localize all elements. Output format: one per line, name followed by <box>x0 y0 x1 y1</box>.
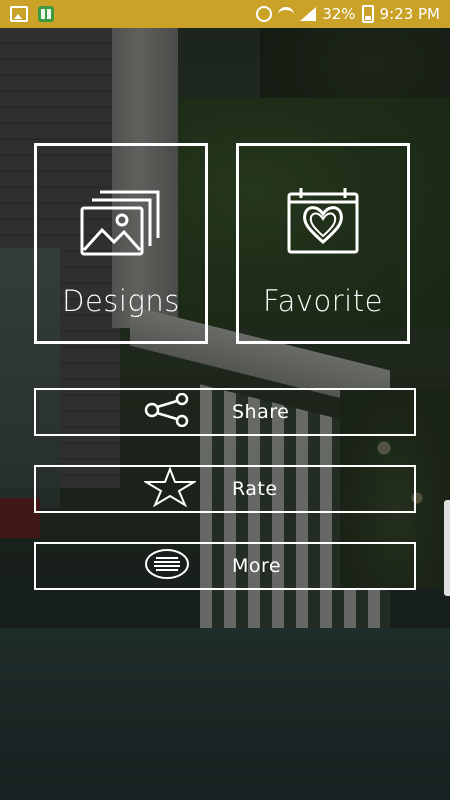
app-grid-icon <box>38 6 54 22</box>
designs-label: Designs <box>62 284 180 318</box>
favorite-tile-button[interactable]: Favorite <box>236 143 410 344</box>
designs-tile-button[interactable]: Designs <box>34 143 208 344</box>
more-button[interactable]: More <box>34 542 416 590</box>
rate-button[interactable]: Rate <box>34 465 416 513</box>
stacked-images-icon <box>80 186 162 264</box>
share-icon <box>144 392 190 431</box>
share-button[interactable]: Share <box>34 388 416 436</box>
battery-percent: 32% <box>322 5 356 23</box>
wifi-icon <box>278 6 295 22</box>
clock-time: 9:23 PM <box>379 5 440 23</box>
star-icon <box>142 466 198 511</box>
favorite-label: Favorite <box>263 284 383 318</box>
battery-icon <box>361 5 374 23</box>
signal-icon <box>300 7 317 21</box>
edge-panel-handle[interactable] <box>444 500 450 596</box>
rate-label: Rate <box>232 478 278 500</box>
heart-calendar-icon <box>285 186 361 260</box>
alarm-icon <box>256 6 273 22</box>
image-icon <box>10 6 28 22</box>
more-label: More <box>232 555 282 577</box>
menu-circle-icon <box>144 548 190 584</box>
share-label: Share <box>232 401 290 423</box>
status-bar: 32% 9:23 PM <box>0 0 450 28</box>
